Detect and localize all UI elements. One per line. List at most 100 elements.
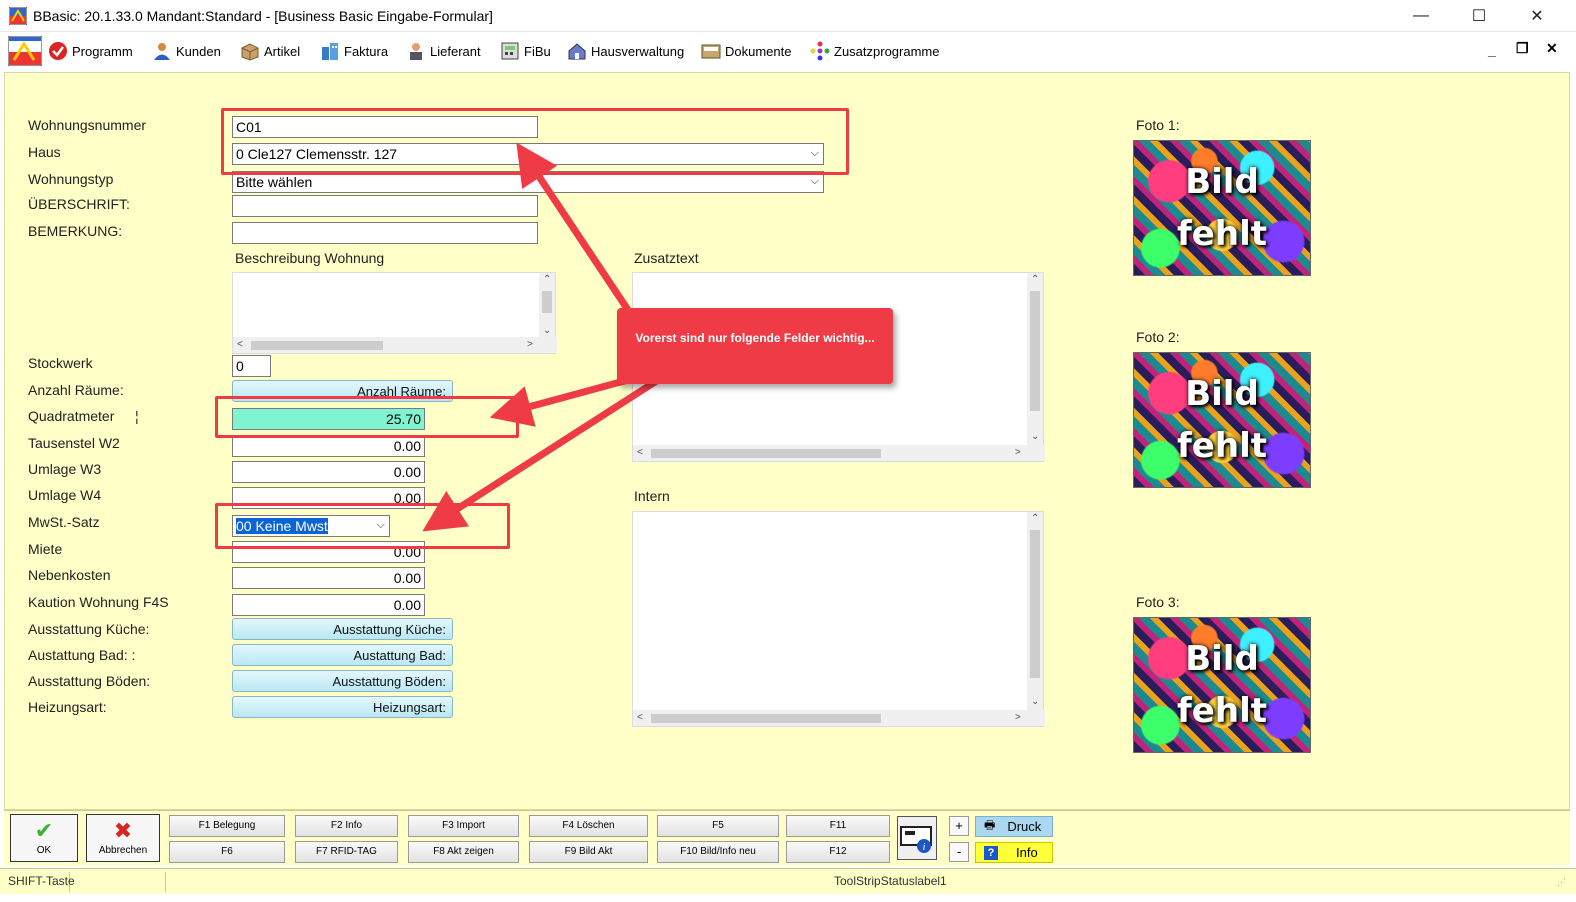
- stockwerk-input[interactable]: 0: [232, 355, 271, 377]
- vertical-scrollbar[interactable]: ⌃ ⌄: [1027, 273, 1043, 447]
- label-stockwerk: Stockwerk: [28, 355, 93, 371]
- scroll-down-icon[interactable]: ⌄: [1031, 431, 1039, 442]
- label-miete: Miete: [28, 541, 63, 557]
- scrollbar-thumb[interactable]: [1030, 291, 1040, 411]
- horizontal-scrollbar[interactable]: < >: [233, 337, 557, 353]
- svg-text:i: i: [923, 842, 926, 853]
- f6-button[interactable]: F6: [169, 841, 285, 863]
- scroll-left-icon[interactable]: <: [637, 447, 643, 458]
- house-management-icon: [567, 41, 587, 61]
- f11-button[interactable]: F11: [786, 815, 890, 837]
- ok-label: OK: [36, 845, 52, 856]
- heizung-button[interactable]: Heizungsart:: [232, 696, 453, 718]
- mdi-close-button[interactable]: ✕: [1546, 40, 1558, 57]
- menu-zusatzprogramme[interactable]: Zusatzprogramme: [810, 39, 939, 63]
- menu-label: Faktura: [344, 43, 389, 59]
- scroll-right-icon[interactable]: >: [1015, 712, 1021, 723]
- scrollbar-thumb[interactable]: [651, 449, 881, 458]
- menu-artikel[interactable]: Artikel: [240, 39, 300, 63]
- ueberschrift-input[interactable]: [232, 195, 538, 217]
- f1-belegung-button[interactable]: F1 Belegung: [169, 815, 285, 837]
- menu-fibu[interactable]: FiBu: [500, 39, 551, 63]
- menu-lieferant[interactable]: Lieferant: [406, 39, 481, 63]
- boeden-button[interactable]: Ausstattung Böden:: [232, 670, 453, 692]
- kaution-input[interactable]: 0.00: [232, 594, 425, 616]
- vertical-scrollbar[interactable]: ⌃ ⌄: [539, 273, 555, 339]
- kueche-button[interactable]: Ausstattung Küche:: [232, 618, 453, 640]
- info-button[interactable]: ? Info: [975, 842, 1053, 863]
- minus-button[interactable]: -: [949, 842, 969, 862]
- photo-3[interactable]: Bild fehlt: [1133, 617, 1311, 753]
- label-tausenstel: Tausenstel W2: [28, 435, 120, 451]
- status-shift: SHIFT-Taste: [4, 872, 75, 892]
- annotation-box-quadratmeter: [215, 396, 519, 438]
- bad-button[interactable]: Austattung Bad:: [232, 644, 453, 666]
- f2-info-button[interactable]: F2 Info: [295, 815, 398, 837]
- beschreibung-memo[interactable]: ⌃ ⌄ < >: [232, 272, 557, 354]
- photo-2[interactable]: Bild fehlt: [1133, 352, 1311, 488]
- scroll-right-icon[interactable]: >: [527, 339, 533, 350]
- label-intern: Intern: [634, 488, 670, 504]
- scrollbar-thumb[interactable]: [1030, 530, 1040, 678]
- umlage-w3-input[interactable]: 0.00: [232, 461, 425, 483]
- menu-bar: Programm Kunden Artikel Faktura Lieferan…: [0, 32, 1576, 70]
- scroll-up-icon[interactable]: ⌃: [543, 274, 551, 285]
- f10-bild-info-neu-button[interactable]: F10 Bild/Info neu: [657, 841, 779, 863]
- label-zusatztext: Zusatztext: [634, 250, 699, 266]
- scrollbar-thumb[interactable]: [542, 291, 552, 313]
- ok-button[interactable]: ✔ OK: [10, 814, 78, 862]
- scroll-left-icon[interactable]: <: [637, 712, 643, 723]
- resize-grip-icon[interactable]: ⋰: [1557, 877, 1566, 888]
- menu-faktura[interactable]: Faktura: [320, 39, 388, 63]
- vertical-scrollbar[interactable]: ⌃ ⌄: [1027, 512, 1043, 712]
- horizontal-scrollbar[interactable]: < >: [633, 445, 1045, 461]
- annotation-callout: Vorerst sind nur folgende Felder wichtig…: [617, 308, 893, 384]
- label-wohnungstyp: Wohnungstyp: [28, 171, 114, 187]
- menu-label: FiBu: [524, 43, 551, 59]
- f8-akt-zeigen-button[interactable]: F8 Akt zeigen: [408, 841, 519, 863]
- scroll-left-icon[interactable]: <: [237, 339, 243, 350]
- f7-rfid-tag-button[interactable]: F7 RFID-TAG: [295, 841, 398, 863]
- tausenstel-input[interactable]: 0.00: [232, 435, 425, 457]
- intern-memo[interactable]: ⌃ ⌄ < >: [632, 511, 1045, 727]
- f9-bild-akt-button[interactable]: F9 Bild Akt: [529, 841, 648, 863]
- photo-1[interactable]: Bild fehlt: [1133, 140, 1311, 276]
- label-boeden: Ausstattung Böden:: [28, 673, 151, 689]
- menu-label: Zusatzprogramme: [834, 43, 940, 59]
- menu-kunden[interactable]: Kunden: [152, 39, 221, 63]
- scroll-up-icon[interactable]: ⌃: [1031, 513, 1039, 524]
- mdi-restore-button[interactable]: ❐: [1516, 40, 1529, 57]
- f5-button[interactable]: F5: [657, 815, 779, 837]
- scroll-down-icon[interactable]: ⌄: [1031, 696, 1039, 707]
- info-device-icon: i: [900, 826, 932, 853]
- abbrechen-button[interactable]: ✖ Abbrechen: [86, 814, 160, 862]
- printer-icon: 🖶: [984, 818, 996, 832]
- scroll-right-icon[interactable]: >: [1015, 447, 1021, 458]
- f3-import-button[interactable]: F3 Import: [408, 815, 519, 837]
- mdi-minimize-button[interactable]: _: [1488, 42, 1496, 58]
- status-empty: [72, 872, 166, 892]
- menu-label: Dokumente: [725, 43, 792, 59]
- scrollbar-thumb[interactable]: [251, 341, 383, 350]
- minimize-button[interactable]: —: [1396, 0, 1446, 32]
- nebenkosten-input[interactable]: 0.00: [232, 567, 425, 589]
- scrollbar-thumb[interactable]: [651, 714, 881, 723]
- druck-button[interactable]: 🖶 Druck: [975, 816, 1053, 837]
- label-beschreibung: Beschreibung Wohnung: [235, 250, 385, 266]
- horizontal-scrollbar[interactable]: < >: [633, 710, 1045, 726]
- chevron-down-icon: ⌵: [810, 175, 819, 187]
- label-umlage-w3: Umlage W3: [28, 461, 102, 477]
- scroll-down-icon[interactable]: ⌄: [543, 325, 551, 336]
- close-button[interactable]: ✕: [1512, 0, 1562, 32]
- plus-button[interactable]: +: [949, 816, 969, 836]
- menu-dokumente[interactable]: Dokumente: [701, 39, 791, 63]
- f4-loeschen-button[interactable]: F4 Löschen: [529, 815, 648, 837]
- info-device-button[interactable]: i: [897, 816, 937, 860]
- menu-programm[interactable]: Programm: [48, 39, 133, 63]
- menu-hausverwaltung[interactable]: Hausverwaltung: [567, 39, 684, 63]
- f12-button[interactable]: F12: [786, 841, 890, 863]
- cross-icon: ✖: [113, 818, 133, 843]
- scroll-up-icon[interactable]: ⌃: [1031, 274, 1039, 285]
- maximize-button[interactable]: ☐: [1454, 0, 1504, 32]
- bemerkung-input[interactable]: [232, 222, 538, 244]
